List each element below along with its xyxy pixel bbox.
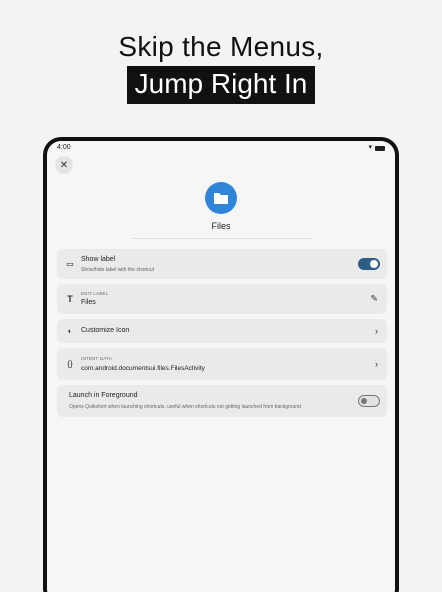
close-button[interactable]: ✕: [55, 156, 73, 174]
promo-subheadline: Jump Right In: [126, 66, 316, 104]
intent-data-caption: INTENT DATA: [81, 356, 112, 361]
braces-icon: {}: [67, 359, 73, 369]
app-icon[interactable]: [205, 182, 237, 214]
customize-icon-row[interactable]: ◐ Customize Icon ›: [57, 319, 387, 343]
show-label-title: Show label: [81, 256, 116, 263]
promo-headline: Skip the Menus,: [118, 31, 324, 62]
edit-label-caption: EDIT LABEL: [81, 291, 109, 296]
toggle-knob: [370, 260, 378, 268]
intent-data-value: com.android.documentsui.files.FilesActiv…: [81, 365, 205, 372]
toggle-knob: [361, 398, 367, 404]
close-icon: ✕: [59, 159, 69, 171]
name-divider: [132, 238, 312, 239]
edit-label-value: Files: [81, 299, 96, 306]
palette-icon: ◐: [67, 326, 73, 336]
tablet-frame: 4:00 ▾ ✕ Files ▭ Show label Show/hide la…: [43, 137, 399, 592]
customize-icon-title: Customize Icon: [81, 327, 130, 334]
app-screen: 4:00 ▾ ✕ Files ▭ Show label Show/hide la…: [47, 141, 395, 592]
show-label-row[interactable]: ▭ Show label Show/hide label with the sh…: [57, 249, 387, 279]
pencil-icon[interactable]: ✎: [370, 294, 378, 305]
text-icon: T: [67, 294, 73, 304]
app-name: Files: [211, 221, 231, 231]
promo-subheadline-wrap: Jump Right In: [0, 66, 442, 104]
launch-foreground-subtitle: Opens Quikshort when launching shortcuts…: [69, 404, 301, 410]
launch-foreground-row[interactable]: Launch in Foreground Opens Quikshort whe…: [57, 385, 387, 417]
chevron-right-icon: ›: [375, 326, 378, 336]
intent-data-row[interactable]: {} INTENT DATA com.android.documentsui.f…: [57, 348, 387, 380]
status-time: 4:00: [57, 144, 71, 151]
folder-icon: [214, 193, 228, 204]
wifi-icon: ▾: [368, 144, 372, 151]
edit-label-row[interactable]: T EDIT LABEL Files ✎: [57, 284, 387, 314]
show-label-toggle[interactable]: [358, 258, 380, 270]
battery-icon: [375, 145, 385, 151]
label-icon: ▭: [66, 259, 74, 269]
chevron-right-icon: ›: [375, 359, 378, 369]
show-label-subtitle: Show/hide label with the shortcut: [81, 267, 155, 273]
status-icons: ▾: [368, 144, 385, 152]
launch-foreground-title: Launch in Foreground: [69, 392, 138, 399]
launch-foreground-toggle[interactable]: [358, 395, 380, 407]
status-bar: 4:00 ▾: [57, 144, 385, 154]
